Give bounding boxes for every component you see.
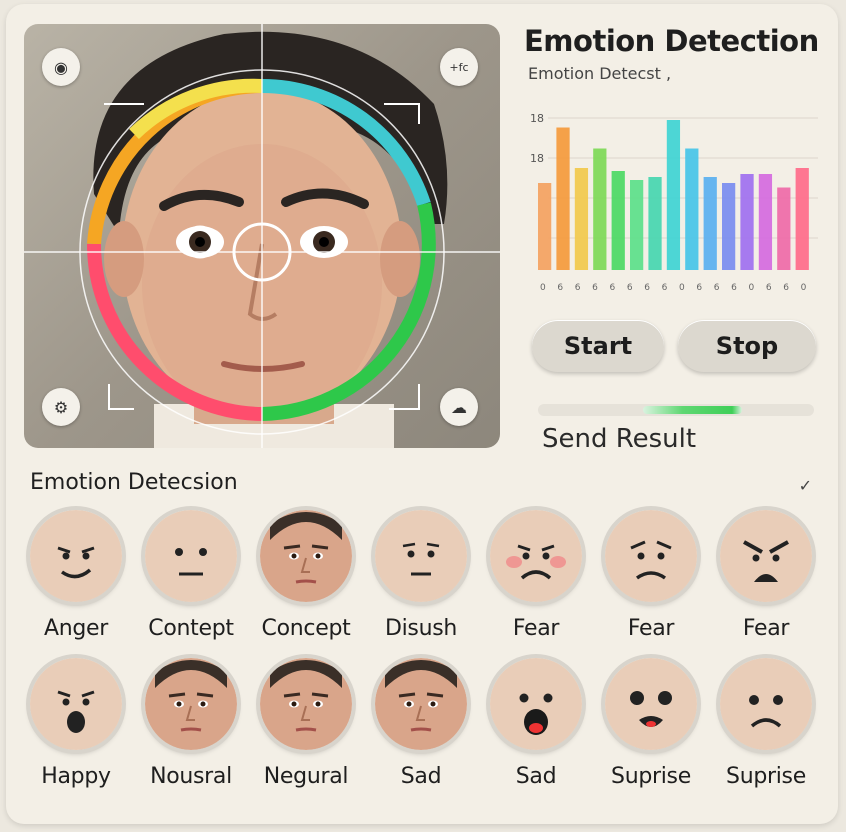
emotion-card[interactable]: Anger xyxy=(18,510,134,641)
emotion-face-icon xyxy=(720,510,812,602)
emotion-face-icon xyxy=(145,658,237,750)
x-tick-label: 6 xyxy=(696,283,702,293)
emotion-card[interactable]: Contept xyxy=(133,510,249,641)
emotion-card[interactable]: Nousral xyxy=(133,658,249,789)
emotion-bar-chart: 18 18 0 6 6 6 6 6 6 6 0 6 6 6 0 6 6 0 xyxy=(530,112,818,293)
chart-bar xyxy=(556,127,570,270)
emotion-face-icon xyxy=(30,658,122,750)
emotion-face-icon xyxy=(720,658,812,750)
emotion-card[interactable]: Fear xyxy=(593,510,709,641)
chart-bar xyxy=(758,174,773,270)
emotion-label: Negural xyxy=(263,764,349,789)
emotion-label: Contept xyxy=(148,616,234,641)
chart-bar xyxy=(703,177,717,270)
chart-bar xyxy=(611,171,625,270)
progress-fill xyxy=(642,406,742,414)
x-tick-label: 6 xyxy=(644,283,650,293)
emotion-card[interactable]: Sad xyxy=(478,658,594,789)
emotion-card[interactable]: Suprise xyxy=(708,658,824,789)
y-tick-label: 18 xyxy=(530,152,544,165)
emotion-face-icon xyxy=(490,658,582,750)
page-subtitle: Emotion Detecst , xyxy=(528,64,672,83)
emotion-face-icon xyxy=(30,510,122,602)
emotion-face-icon xyxy=(605,658,697,750)
x-tick-label: 6 xyxy=(610,283,616,293)
camera-preview[interactable]: ◉ +fc ⚙ ☁ xyxy=(24,24,500,448)
x-tick-label: 6 xyxy=(783,283,789,293)
emotion-card[interactable]: Concept xyxy=(248,510,364,641)
x-tick-label: 0 xyxy=(679,283,685,293)
chart-bar xyxy=(574,168,589,270)
emotion-face-icon xyxy=(260,658,352,750)
x-tick-label: 6 xyxy=(662,283,668,293)
face-illustration xyxy=(24,24,500,448)
emotion-face-icon xyxy=(375,658,467,750)
chart-bar xyxy=(593,148,607,270)
start-button[interactable]: Start xyxy=(532,320,664,372)
section-title: Emotion Detecsion xyxy=(30,470,238,495)
page-title: Emotion Detection xyxy=(524,24,819,58)
emotion-label: Happy xyxy=(41,764,111,789)
chart-bar xyxy=(648,177,662,270)
emotion-label: Suprise xyxy=(726,764,806,789)
chart-bar xyxy=(538,183,552,270)
settings-icon[interactable]: ⚙ xyxy=(42,388,80,426)
emotion-card[interactable]: Happy xyxy=(18,658,134,789)
emotion-label: Suprise xyxy=(611,764,691,789)
emotion-face-icon xyxy=(375,510,467,602)
emotion-label: Disush xyxy=(384,616,458,641)
x-tick-label: 6 xyxy=(575,283,581,293)
emotion-card[interactable]: Suprise xyxy=(593,658,709,789)
emotion-face-icon xyxy=(260,510,352,602)
x-tick-label: 0 xyxy=(801,283,807,293)
emotion-card[interactable]: Fear xyxy=(478,510,594,641)
camera-option-button[interactable]: +fc xyxy=(440,48,478,86)
x-tick-label: 6 xyxy=(731,283,737,293)
emotion-card[interactable]: Negural xyxy=(248,658,364,789)
x-tick-label: 6 xyxy=(592,283,598,293)
emotion-label: Fear xyxy=(742,616,790,641)
x-tick-label: 6 xyxy=(627,283,633,293)
emotion-label: Anger xyxy=(43,616,109,641)
emotion-face-icon xyxy=(490,510,582,602)
emotion-label: Sad xyxy=(515,764,557,789)
chart-bar xyxy=(722,183,736,270)
chart-bar xyxy=(777,187,791,270)
emotion-card[interactable]: Fear xyxy=(708,510,824,641)
x-tick-label: 6 xyxy=(557,283,563,293)
emotion-face-icon xyxy=(145,510,237,602)
emotion-label: Nousral xyxy=(150,764,232,789)
camera-switch-icon[interactable]: ◉ xyxy=(42,48,80,86)
chart-bar xyxy=(666,120,681,270)
emotion-label: Sad xyxy=(400,764,442,789)
emotion-label: Fear xyxy=(627,616,675,641)
x-tick-label: 6 xyxy=(766,283,772,293)
chart-bar xyxy=(795,168,809,270)
result-progress-bar xyxy=(538,404,814,416)
emotion-label: Concept xyxy=(261,616,351,641)
y-tick-label: 18 xyxy=(530,112,544,125)
stop-button[interactable]: Stop xyxy=(678,320,816,372)
chart-bar xyxy=(685,148,699,270)
chart-bar xyxy=(630,180,644,270)
cloud-icon[interactable]: ☁ xyxy=(440,388,478,426)
emotion-label: Fear xyxy=(512,616,560,641)
emotion-face-icon xyxy=(605,510,697,602)
x-tick-label: 6 xyxy=(714,283,720,293)
chart-bar xyxy=(740,174,754,270)
x-tick-label: 0 xyxy=(540,283,546,293)
emotion-card[interactable]: Disush xyxy=(363,510,479,641)
emotion-card[interactable]: Sad xyxy=(363,658,479,789)
check-icon[interactable]: ✓ xyxy=(799,476,812,495)
x-tick-label: 0 xyxy=(749,283,755,293)
send-result-button[interactable]: Send Result xyxy=(542,424,696,454)
